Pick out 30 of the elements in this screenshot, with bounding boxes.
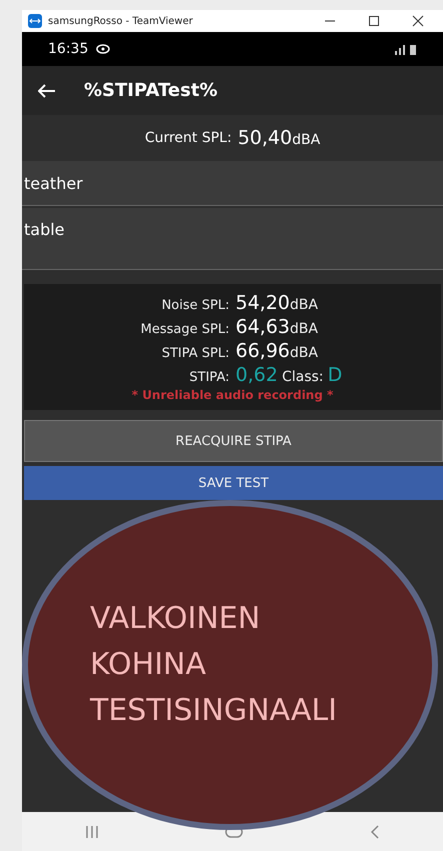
recent-apps-icon[interactable]: [85, 826, 100, 838]
screen-title: %STIPATest%: [84, 80, 218, 101]
stipa-label: STIPA:: [188, 370, 230, 385]
close-icon[interactable]: [412, 15, 424, 27]
stipa-value: 0,62: [236, 364, 278, 386]
text-field[interactable]: table: [22, 208, 443, 270]
current-spl-value: 50,40dBA: [238, 127, 320, 149]
eye-icon: [96, 44, 110, 54]
overlay-text: KOHINA: [90, 646, 208, 684]
class-value: D: [328, 364, 342, 386]
overlay-text: VALKOINEN: [90, 600, 262, 638]
back-icon[interactable]: [370, 824, 380, 838]
teamviewer-icon: [28, 14, 42, 28]
status-time: 16:35: [48, 41, 88, 57]
result-value: 64,63dBA: [236, 316, 319, 338]
result-label: STIPA SPL:: [160, 346, 230, 361]
window-title: samsungRosso - TeamViewer: [48, 16, 194, 26]
result-value: 54,20dBA: [236, 292, 319, 314]
overlay-text: TESTISINGNAALI: [90, 692, 338, 730]
class-label: Class:: [282, 369, 324, 385]
result-label: Message SPL:: [140, 322, 230, 337]
text-field[interactable]: teather: [22, 161, 443, 206]
reacquire-button[interactable]: REACQUIRE STIPA: [24, 420, 443, 462]
back-arrow-icon[interactable]: [38, 84, 56, 98]
current-spl-label: Current SPL:: [144, 130, 232, 146]
maximize-icon[interactable]: [368, 15, 380, 27]
warning-text: * Unreliable audio recording *: [132, 388, 334, 402]
result-label: Noise SPL:: [160, 298, 230, 313]
save-button[interactable]: SAVE TEST: [24, 466, 443, 500]
result-value: 66,96dBA: [236, 340, 319, 362]
